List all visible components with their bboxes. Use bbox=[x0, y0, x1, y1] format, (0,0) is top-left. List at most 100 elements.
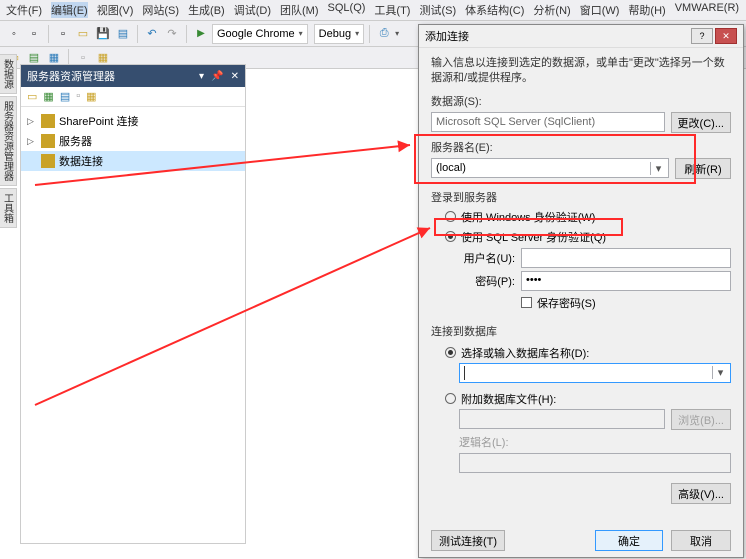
sharepoint-icon bbox=[41, 114, 55, 128]
save-password-checkbox[interactable]: 保存密码(S) bbox=[521, 295, 731, 311]
menu-item[interactable]: 视图(V) bbox=[97, 2, 134, 18]
auth-sql-radio[interactable]: 使用 SQL Server 身份验证(Q) bbox=[445, 229, 731, 245]
test-connection-button[interactable]: 测试连接(T) bbox=[431, 530, 505, 551]
open-icon[interactable]: ▭ bbox=[74, 25, 92, 43]
tree: ▷ SharePoint 连接 ▷ 服务器数据连接 bbox=[21, 107, 245, 175]
menu-item[interactable]: 体系结构(C) bbox=[465, 2, 524, 18]
tree-item[interactable]: ▷ 服务器 bbox=[21, 131, 245, 151]
save-all-icon[interactable]: ▤ bbox=[114, 25, 132, 43]
server-icon bbox=[41, 134, 55, 148]
attach-db-radio[interactable]: 附加数据库文件(H): bbox=[445, 391, 731, 407]
dbname-combo[interactable]: ▾ bbox=[459, 363, 731, 383]
advanced-button[interactable]: 高级(V)... bbox=[671, 483, 731, 504]
menu-item[interactable]: 工具(T) bbox=[374, 2, 410, 18]
radio-label: 附加数据库文件(H): bbox=[461, 391, 556, 407]
dropdown-icon[interactable]: ▾ bbox=[199, 71, 204, 82]
help-button[interactable]: ? bbox=[691, 28, 713, 44]
dbname-value bbox=[464, 366, 465, 380]
dialog-title-bar: 添加连接 ? ✕ bbox=[419, 25, 743, 48]
play-icon[interactable]: ▶ bbox=[192, 25, 210, 43]
menu-item[interactable]: SQL(Q) bbox=[328, 2, 366, 18]
dialog-title: 添加连接 bbox=[425, 28, 469, 44]
tool-icon[interactable]: ⎙ bbox=[375, 25, 393, 43]
tree-item-label: 数据连接 bbox=[59, 153, 103, 169]
connect-icon[interactable]: ▭ bbox=[27, 90, 37, 103]
server-value: (local) bbox=[436, 162, 466, 174]
menu-item[interactable]: 测试(S) bbox=[419, 2, 456, 18]
db-icon bbox=[41, 154, 55, 168]
server-explorer-panel: 服务器资源管理器 ▾ 📌 ✕ ▭ ▦ ▤ ▫ ▦ ▷SharePoint 连接▷… bbox=[20, 64, 246, 544]
dialog-note: 输入信息以连接到选定的数据源，或单击"更改"选择另一个数据源和/或提供程序。 bbox=[431, 56, 731, 87]
panel-toolbar: ▭ ▦ ▤ ▫ ▦ bbox=[21, 87, 245, 107]
chevron-down-icon: ▾ bbox=[712, 366, 728, 379]
forward-icon[interactable]: ▫ bbox=[25, 25, 43, 43]
close-button[interactable]: ✕ bbox=[715, 28, 737, 44]
redo-icon[interactable]: ↷ bbox=[163, 25, 181, 43]
menu-item[interactable]: 团队(M) bbox=[280, 2, 319, 18]
menu-item[interactable]: 编辑(E) bbox=[51, 2, 88, 18]
logical-name-input bbox=[459, 453, 731, 473]
cancel-button[interactable]: 取消 bbox=[671, 530, 731, 551]
menu-item[interactable]: 网站(S) bbox=[142, 2, 179, 18]
vertical-tab[interactable]: 服务器资源管理器 bbox=[0, 96, 17, 186]
radio-label: 使用 Windows 身份验证(W) bbox=[461, 209, 595, 225]
refresh-button[interactable]: 刷新(R) bbox=[675, 158, 731, 179]
new-icon[interactable]: ▫ bbox=[54, 25, 72, 43]
undo-icon[interactable]: ↶ bbox=[143, 25, 161, 43]
server-combo[interactable]: (local) ▾ bbox=[431, 158, 669, 178]
radio-label: 使用 SQL Server 身份验证(Q) bbox=[461, 229, 606, 245]
ok-button[interactable]: 确定 bbox=[595, 530, 663, 551]
change-button[interactable]: 更改(C)... bbox=[671, 112, 731, 133]
back-icon[interactable]: ◦ bbox=[5, 25, 23, 43]
username-label: 用户名(U): bbox=[459, 250, 515, 266]
datasource-field: Microsoft SQL Server (SqlClient) bbox=[431, 112, 665, 132]
close-icon[interactable]: ✕ bbox=[231, 71, 239, 82]
menu-item[interactable]: 调试(D) bbox=[234, 2, 271, 18]
chevron-down-icon: ▾ bbox=[299, 29, 303, 38]
browser-dropdown[interactable]: Google Chrome ▾ bbox=[212, 24, 308, 44]
vertical-tab[interactable]: 工具箱 bbox=[0, 188, 17, 228]
tree-item-label: 服务器 bbox=[59, 133, 92, 149]
datasource-label: 数据源(S): bbox=[431, 93, 731, 109]
refresh-icon[interactable]: ▦ bbox=[86, 90, 96, 103]
db-section-label: 连接到数据库 bbox=[431, 323, 731, 339]
server-icon[interactable]: ▤ bbox=[60, 90, 70, 103]
chevron-down-icon: ▾ bbox=[355, 29, 359, 38]
stop-icon[interactable]: ▫ bbox=[76, 90, 80, 103]
tree-item-label: SharePoint 连接 bbox=[59, 113, 138, 129]
login-section-label: 登录到服务器 bbox=[431, 189, 731, 205]
radio-label: 选择或输入数据库名称(D): bbox=[461, 345, 589, 361]
panel-title: 服务器资源管理器 bbox=[27, 68, 115, 84]
left-tabs: 数据源服务器资源管理器工具箱 bbox=[0, 54, 14, 554]
pin-icon[interactable]: 📌 bbox=[211, 71, 223, 82]
panel-title-bar: 服务器资源管理器 ▾ 📌 ✕ bbox=[21, 65, 245, 87]
username-input[interactable] bbox=[521, 248, 731, 268]
password-input[interactable]: •••• bbox=[521, 271, 731, 291]
menu-item[interactable]: 文件(F) bbox=[6, 2, 42, 18]
save-icon[interactable]: 💾 bbox=[94, 25, 112, 43]
vertical-tab[interactable]: 数据源 bbox=[0, 54, 17, 94]
radio-icon bbox=[445, 347, 456, 358]
server-label: 服务器名(E): bbox=[431, 139, 731, 155]
chevron-icon: ▷ bbox=[27, 116, 37, 127]
menu-item[interactable]: 帮助(H) bbox=[628, 2, 665, 18]
radio-icon bbox=[445, 231, 456, 242]
add-icon[interactable]: ▦ bbox=[43, 90, 53, 103]
auth-windows-radio[interactable]: 使用 Windows 身份验证(W) bbox=[445, 209, 731, 225]
tree-item[interactable]: ▷ SharePoint 连接 bbox=[21, 111, 245, 131]
config-dropdown[interactable]: Debug ▾ bbox=[314, 24, 364, 44]
menu-item[interactable]: 窗口(W) bbox=[580, 2, 620, 18]
menu-item[interactable]: 分析(N) bbox=[533, 2, 570, 18]
password-label: 密码(P): bbox=[459, 273, 515, 289]
config-label: Debug bbox=[319, 28, 351, 40]
radio-icon bbox=[445, 393, 456, 404]
menu-item[interactable]: VMWARE(R) bbox=[675, 2, 739, 18]
chevron-icon: ▷ bbox=[27, 136, 37, 147]
menu-bar: 文件(F) 编辑(E) 视图(V) 网站(S) 生成(B) 调试(D) 团队(M) SQL(Q… bbox=[0, 0, 746, 21]
browser-label: Google Chrome bbox=[217, 28, 295, 40]
select-db-radio[interactable]: 选择或输入数据库名称(D): bbox=[445, 345, 731, 361]
tree-item[interactable]: 数据连接 bbox=[21, 151, 245, 171]
checkbox-icon bbox=[521, 297, 532, 308]
menu-item[interactable]: 生成(B) bbox=[188, 2, 225, 18]
attach-file-input bbox=[459, 409, 665, 429]
